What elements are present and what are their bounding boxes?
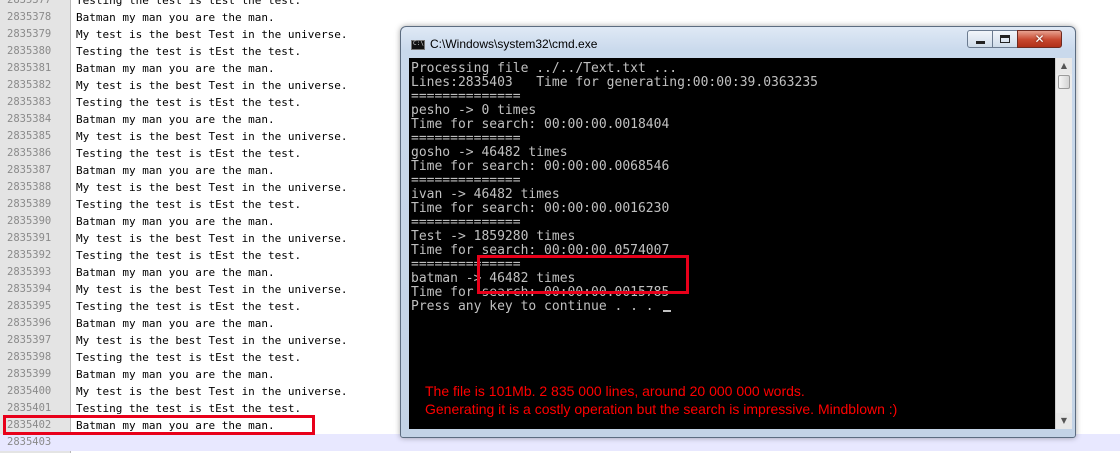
console-line: Lines:2835403 Time for generating:00:00:… — [411, 75, 818, 90]
console-line: ============== — [411, 215, 521, 230]
line-number: 2835383 — [7, 96, 52, 108]
line-number: 2835402 — [7, 419, 52, 431]
line-text: Testing the test is tEst the test. — [76, 198, 302, 211]
console-line: pesho -> 0 times — [411, 103, 537, 118]
line-text: My test is the best Test in the universe… — [76, 385, 348, 398]
search-time-highlight-box — [477, 255, 689, 294]
console-line: ============== — [411, 89, 521, 104]
line-number: 2835378 — [7, 11, 52, 23]
console-line: Processing file ../../Text.txt ... — [411, 61, 678, 76]
line-text: Testing the test is tEst the test. — [76, 96, 302, 109]
console-prompt-text: Press any key to continue . . . — [411, 299, 662, 314]
console-window[interactable]: C:\ C:\Windows\system32\cmd.exe ✕ Proces… — [400, 26, 1076, 438]
line-text: My test is the best Test in the universe… — [76, 130, 348, 143]
line-number: 2835388 — [7, 181, 52, 193]
line-text: Batman my man you are the man. — [76, 368, 275, 381]
line-text: Testing the test is tEst the test. — [76, 402, 302, 415]
console-line: gosho -> 46482 times — [411, 145, 568, 160]
line-number: 2835391 — [7, 232, 52, 244]
line-text: Testing the test is tEst the test. — [76, 0, 302, 7]
line-text: Batman my man you are the man. — [76, 419, 275, 432]
line-number: 2835403 — [7, 436, 52, 448]
line-number: 2835381 — [7, 62, 52, 74]
line-text: Batman my man you are the man. — [76, 113, 275, 126]
console-app-icon: C:\ — [411, 40, 425, 50]
maximize-icon — [1000, 35, 1010, 43]
line-number: 2835394 — [7, 283, 52, 295]
line-text: Testing the test is tEst the test. — [76, 45, 302, 58]
line-text: Batman my man you are the man. — [76, 11, 275, 24]
scroll-up-icon[interactable]: ▲ — [1056, 58, 1072, 74]
editor-line[interactable]: 2835377 Testing the test is tEst the test… — [0, 0, 1120, 9]
window-title: C:\Windows\system32\cmd.exe — [430, 37, 598, 51]
line-text: Batman my man you are the man. — [76, 62, 275, 75]
line-number: 2835393 — [7, 266, 52, 278]
console-cursor — [663, 310, 672, 312]
line-text: Batman my man you are the man. — [76, 215, 275, 228]
line-number: 2835385 — [7, 130, 52, 142]
console-line: Time for search: 00:00:00.0018404 — [411, 117, 670, 132]
line-text: Batman my man you are the man. — [76, 266, 275, 279]
annotation-line: Generating it is a costly operation but … — [425, 401, 898, 417]
console-output-area[interactable]: Processing file ../../Text.txt ... Lines… — [409, 58, 1055, 429]
console-scrollbar[interactable]: ▲ ▼ — [1055, 58, 1072, 429]
minimize-icon — [976, 41, 985, 44]
console-line: ============== — [411, 173, 521, 188]
line-text: Testing the test is tEst the test. — [76, 300, 302, 313]
line-number: 2835392 — [7, 249, 52, 261]
line-number: 2835400 — [7, 385, 52, 397]
line-text: Batman my man you are the man. — [76, 164, 275, 177]
line-number: 2835379 — [7, 28, 52, 40]
annotation-line: The file is 101Mb. 2 835 000 lines, arou… — [425, 383, 805, 399]
close-icon: ✕ — [1034, 32, 1045, 46]
line-text: My test is the best Test in the universe… — [76, 79, 348, 92]
minimize-button[interactable] — [967, 30, 993, 48]
scroll-down-icon[interactable]: ▼ — [1056, 413, 1072, 429]
maximize-button[interactable] — [992, 30, 1018, 48]
desktop-screenshot: 2835377 Testing the test is tEst the test… — [0, 0, 1120, 453]
editor-line[interactable]: 2835378 Batman my man you are the man. — [0, 9, 1120, 26]
line-text: Batman my man you are the man. — [76, 317, 275, 330]
annotation-text: The file is 101Mb. 2 835 000 lines, arou… — [425, 382, 897, 418]
scrollbar-thumb[interactable] — [1058, 75, 1070, 89]
console-line: ivan -> 46482 times — [411, 187, 560, 202]
title-bar[interactable]: C:\ C:\Windows\system32\cmd.exe ✕ — [401, 27, 1075, 57]
line-number: 2835396 — [7, 317, 52, 329]
console-line: Time for search: 00:00:00.0016230 — [411, 201, 670, 216]
console-line: ============== — [411, 131, 521, 146]
line-text: My test is the best Test in the universe… — [76, 283, 348, 296]
line-number: 2835401 — [7, 402, 52, 414]
line-number: 2835380 — [7, 45, 52, 57]
line-text: Testing the test is tEst the test. — [76, 147, 302, 160]
console-line: Test -> 1859280 times — [411, 229, 576, 244]
line-text: My test is the best Test in the universe… — [76, 28, 348, 41]
line-number: 2835398 — [7, 351, 52, 363]
line-number: 2835387 — [7, 164, 52, 176]
line-text: My test is the best Test in the universe… — [76, 232, 348, 245]
line-text: My test is the best Test in the universe… — [76, 334, 348, 347]
line-number: 2835389 — [7, 198, 52, 210]
line-number: 2835395 — [7, 300, 52, 312]
line-text: My test is the best Test in the universe… — [76, 181, 348, 194]
line-number: 2835386 — [7, 147, 52, 159]
console-line: Time for search: 00:00:00.0068546 — [411, 159, 670, 174]
line-number: 2835384 — [7, 113, 52, 125]
line-number: 2835377 — [7, 0, 52, 6]
line-text: Testing the test is tEst the test. — [76, 249, 302, 262]
console-prompt-line: Press any key to continue . . . — [411, 300, 818, 314]
line-number: 2835397 — [7, 334, 52, 346]
close-button[interactable]: ✕ — [1017, 30, 1062, 48]
line-number: 2835390 — [7, 215, 52, 227]
line-number: 2835399 — [7, 368, 52, 380]
line-text: Testing the test is tEst the test. — [76, 351, 302, 364]
line-number: 2835382 — [7, 79, 52, 91]
